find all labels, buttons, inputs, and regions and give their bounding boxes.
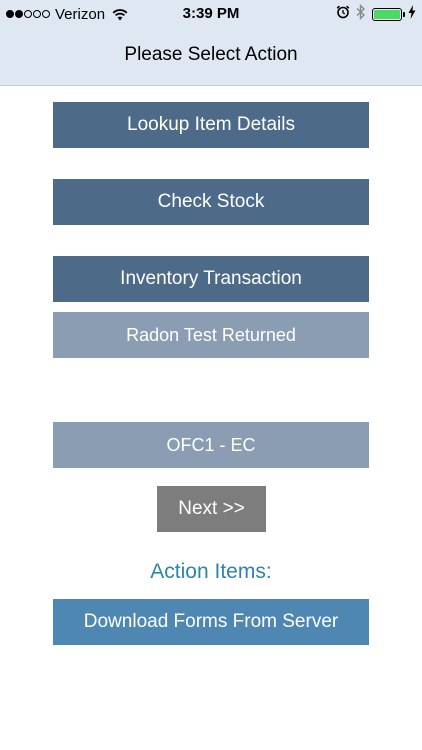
alarm-icon	[336, 5, 350, 23]
download-forms-button[interactable]: Download Forms From Server	[53, 599, 369, 645]
lookup-item-details-button[interactable]: Lookup Item Details	[53, 102, 369, 148]
charging-icon	[408, 5, 416, 23]
location-select-button[interactable]: OFC1 - EC	[53, 422, 369, 468]
header-bar: Verizon 3:39 PM Please Select Action	[0, 0, 422, 86]
battery-icon	[372, 7, 405, 21]
action-items-heading: Action Items:	[150, 560, 272, 583]
page-title: Please Select Action	[124, 44, 298, 65]
bluetooth-icon	[356, 3, 366, 24]
next-button[interactable]: Next >>	[157, 486, 266, 532]
radon-test-returned-button[interactable]: Radon Test Returned	[53, 312, 369, 358]
status-right	[336, 3, 416, 24]
battery-tip	[403, 11, 405, 17]
status-bar: Verizon 3:39 PM	[0, 0, 422, 28]
battery-level	[374, 9, 400, 19]
check-stock-button[interactable]: Check Stock	[53, 179, 369, 225]
inventory-transaction-button[interactable]: Inventory Transaction	[53, 256, 369, 302]
